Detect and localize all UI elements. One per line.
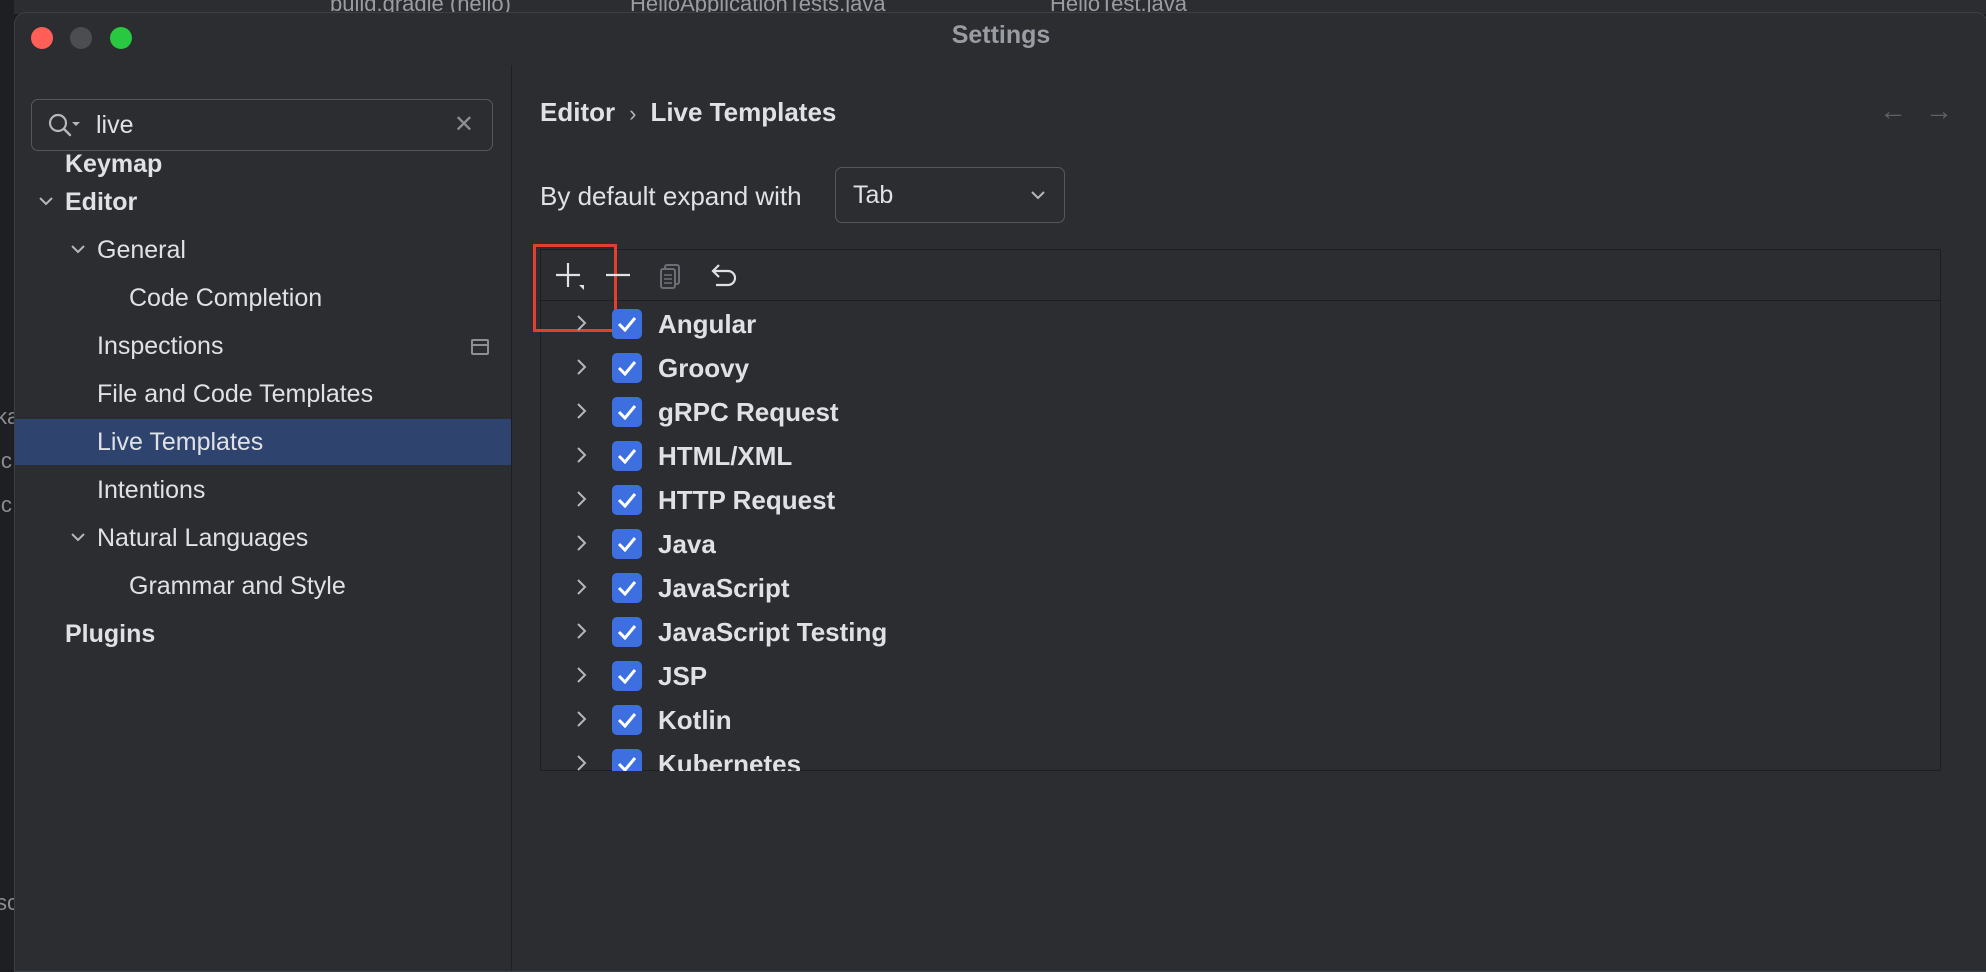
- chevron-right-icon: ›: [629, 101, 637, 126]
- remove-template-button[interactable]: [601, 258, 635, 292]
- template-group-name: Java: [658, 529, 716, 559]
- sidebar-item-live-templates[interactable]: Live Templates: [15, 419, 511, 465]
- chevron-down-icon: [1028, 185, 1048, 210]
- enabled-checkbox[interactable]: [612, 705, 642, 735]
- chevron-right-icon[interactable]: [571, 663, 591, 692]
- chevron-right-icon[interactable]: [571, 531, 591, 560]
- back-arrow-icon[interactable]: ←: [1879, 95, 1925, 126]
- template-groups-list: Angular Groovy gRPC Request HTML/XML HTT…: [541, 301, 1940, 771]
- add-template-button[interactable]: [533, 244, 617, 332]
- template-group-name: HTTP Request: [658, 485, 836, 515]
- sidebar-item-label: File and Code Templates: [97, 380, 374, 408]
- window-title: Settings: [951, 21, 1051, 49]
- list-item[interactable]: gRPC Request: [541, 389, 1940, 433]
- clear-search-icon[interactable]: ✕: [454, 113, 474, 137]
- template-group-name: Kotlin: [658, 705, 732, 735]
- expand-with-label: By default expand with: [540, 181, 802, 211]
- template-group-name: HTML/XML: [658, 441, 793, 471]
- breadcrumb-parent[interactable]: Editor: [540, 97, 615, 127]
- template-group-name: Groovy: [658, 353, 750, 383]
- list-item[interactable]: Angular: [541, 301, 1940, 345]
- chevron-right-icon[interactable]: [571, 575, 591, 604]
- sidebar-item-label: Live Templates: [97, 428, 264, 456]
- remove-icon: [606, 273, 630, 277]
- templates-toolbar: [533, 244, 1940, 332]
- template-group-name: JSP: [658, 661, 708, 691]
- settings-content: Editor › Live Templates ←→ By default expa…: [512, 65, 1986, 971]
- sidebar-item-label: Natural Languages: [97, 524, 309, 552]
- title-bar: Settings: [15, 13, 1986, 59]
- enabled-checkbox[interactable]: [612, 353, 642, 383]
- list-item[interactable]: JavaScript Testing: [541, 609, 1940, 653]
- template-group-name: JavaScript: [658, 573, 790, 603]
- list-item[interactable]: JavaScript: [541, 565, 1940, 609]
- sidebar-item-label: General: [97, 236, 186, 264]
- chevron-right-icon[interactable]: [571, 355, 591, 384]
- list-item[interactable]: Java: [541, 521, 1940, 565]
- bg-fragment: lc: [0, 492, 12, 517]
- forward-arrow-icon[interactable]: →: [1925, 95, 1971, 126]
- sidebar-item-label: Grammar and Style: [129, 572, 346, 600]
- settings-window: Settings live ✕ Keymap Editor General Co…: [14, 12, 1986, 972]
- chevron-right-icon[interactable]: [571, 487, 591, 516]
- chevron-right-icon[interactable]: [571, 443, 591, 472]
- project-settings-icon: [471, 339, 489, 355]
- sidebar-item-natural-languages[interactable]: Natural Languages: [15, 515, 511, 561]
- enabled-checkbox[interactable]: [612, 397, 642, 427]
- sidebar-item-plugins[interactable]: Plugins: [15, 611, 511, 657]
- expand-with-dropdown[interactable]: Tab: [835, 167, 1065, 223]
- chevron-right-icon[interactable]: [571, 399, 591, 428]
- sidebar-item-code-completion[interactable]: Code Completion: [15, 275, 511, 321]
- enabled-checkbox[interactable]: [612, 529, 642, 559]
- template-group-name: JavaScript Testing: [658, 617, 888, 647]
- list-item[interactable]: Kotlin: [541, 697, 1940, 741]
- list-item[interactable]: Groovy: [541, 345, 1940, 389]
- chevron-right-icon[interactable]: [571, 707, 591, 736]
- sidebar-item-label: Inspections: [97, 332, 224, 360]
- list-item[interactable]: Kubernetes: [541, 741, 1940, 771]
- sidebar-item-file-and-code-templates[interactable]: File and Code Templates: [15, 371, 511, 417]
- template-group-name: Angular: [658, 309, 757, 339]
- template-group-name: Kubernetes: [658, 749, 802, 771]
- list-item[interactable]: HTML/XML: [541, 433, 1940, 477]
- sidebar-item-general[interactable]: General: [15, 227, 511, 273]
- enabled-checkbox[interactable]: [612, 617, 642, 647]
- enabled-checkbox[interactable]: [612, 441, 642, 471]
- sidebar-item-inspections[interactable]: Inspections: [15, 323, 511, 369]
- bg-fragment: lc: [0, 448, 12, 473]
- background-editor-left: ka lc lc sc: [0, 0, 19, 970]
- enabled-checkbox[interactable]: [612, 309, 642, 339]
- chevron-right-icon[interactable]: [571, 311, 591, 340]
- sidebar-item-editor[interactable]: Editor: [15, 179, 511, 225]
- copy-template-button[interactable]: [654, 258, 688, 292]
- sidebar-item-label: Intentions: [97, 476, 206, 504]
- copy-icon: [660, 264, 680, 289]
- enabled-checkbox[interactable]: [612, 573, 642, 603]
- sidebar-item-intentions[interactable]: Intentions: [15, 467, 511, 513]
- sidebar-item-label: Plugins: [65, 620, 156, 648]
- enabled-checkbox[interactable]: [612, 485, 642, 515]
- search-icon[interactable]: [48, 113, 82, 144]
- search-input[interactable]: live: [96, 111, 134, 140]
- breadcrumb: Editor › Live Templates: [540, 97, 836, 128]
- expand-with-value: Tab: [853, 181, 894, 209]
- restore-defaults-button[interactable]: [704, 258, 738, 292]
- breadcrumb-current: Live Templates: [650, 97, 837, 127]
- list-item[interactable]: JSP: [541, 653, 1940, 697]
- enabled-checkbox[interactable]: [612, 661, 642, 691]
- undo-icon: [711, 264, 737, 287]
- list-item[interactable]: HTTP Request: [541, 477, 1940, 521]
- chevron-right-icon[interactable]: [571, 619, 591, 648]
- enabled-checkbox[interactable]: [612, 749, 642, 771]
- sidebar-item-label: Editor: [65, 188, 138, 216]
- sidebar-item-label: Code Completion: [129, 284, 323, 312]
- sidebar-item-grammar-and-style[interactable]: Grammar and Style: [15, 563, 511, 609]
- settings-sidebar: live ✕ Keymap Editor General Code Comple…: [15, 65, 512, 971]
- history-navigation: ←→: [1879, 95, 1971, 127]
- live-templates-panel: Angular Groovy gRPC Request HTML/XML HTT…: [533, 244, 1941, 771]
- chevron-right-icon[interactable]: [571, 751, 591, 771]
- template-group-name: gRPC Request: [658, 397, 839, 427]
